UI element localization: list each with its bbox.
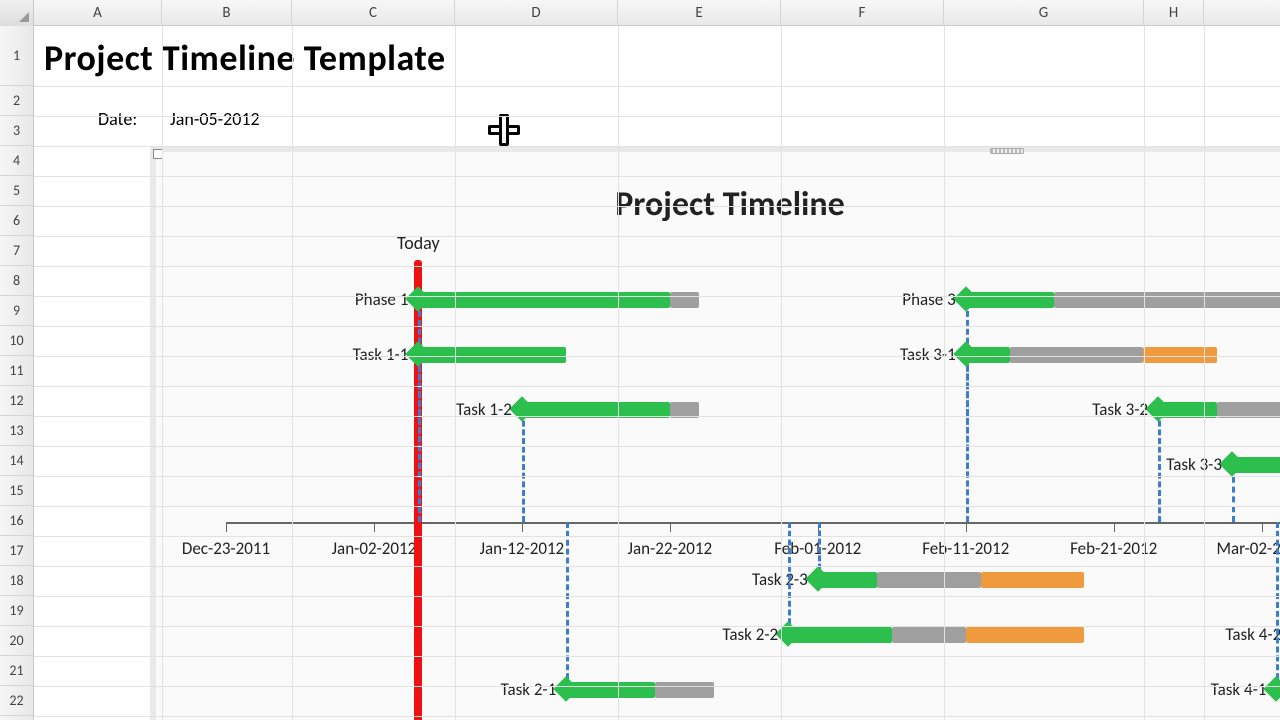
- gantt-bar[interactable]: [981, 572, 1085, 588]
- gantt-bar[interactable]: [1054, 292, 1280, 308]
- row-header-9[interactable]: 9: [0, 296, 33, 326]
- row-header-17[interactable]: 17: [0, 536, 33, 566]
- task-label: Task 1-1: [353, 344, 419, 365]
- axis-tick-label: Mar-02-2012: [1217, 538, 1280, 559]
- x-axis: [226, 522, 1280, 524]
- column-header-F[interactable]: F: [781, 0, 944, 26]
- gantt-bar[interactable]: [892, 627, 966, 643]
- column-header-A[interactable]: A: [34, 0, 162, 26]
- chart-title: Project Timeline: [156, 184, 1280, 225]
- row-header-4[interactable]: 4: [0, 146, 33, 176]
- row-header-20[interactable]: 20: [0, 626, 33, 656]
- gantt-bar[interactable]: [418, 347, 566, 363]
- row-header-11[interactable]: 11: [0, 356, 33, 386]
- gantt-bar[interactable]: [877, 572, 981, 588]
- axis-tick-label: Jan-12-2012: [480, 538, 565, 559]
- row-header-15[interactable]: 15: [0, 476, 33, 506]
- date-label: Date:: [98, 108, 137, 130]
- task-label: Task 4-2: [1225, 624, 1280, 645]
- row-header-19[interactable]: 19: [0, 596, 33, 626]
- gantt-bar[interactable]: [1232, 457, 1280, 473]
- row-header-2[interactable]: 2: [0, 86, 33, 116]
- row-header-3[interactable]: 3: [0, 116, 33, 146]
- gantt-bar[interactable]: [655, 682, 714, 698]
- gantt-bar[interactable]: [566, 682, 655, 698]
- column-header-E[interactable]: E: [618, 0, 781, 26]
- grid-area[interactable]: Project Timeline Template Date: Jan-05-2…: [34, 26, 1280, 720]
- page-title: Project Timeline Template: [44, 36, 446, 80]
- task-label: Task 2-2: [722, 624, 788, 645]
- row-header-1[interactable]: 1: [0, 26, 33, 86]
- row-header-6[interactable]: 6: [0, 206, 33, 236]
- gantt-bar[interactable]: [818, 572, 877, 588]
- task-label: Phase 3: [902, 289, 965, 310]
- column-header-C[interactable]: C: [292, 0, 455, 26]
- row-header-7[interactable]: 7: [0, 236, 33, 266]
- row-header-column: 12345678910111213141516171819202122: [0, 26, 34, 720]
- task-label: Task 4-1: [1211, 679, 1277, 700]
- row-header-13[interactable]: 13: [0, 416, 33, 446]
- gantt-bar[interactable]: [418, 292, 670, 308]
- move-handle-icon[interactable]: [990, 148, 1024, 154]
- gantt-bar[interactable]: [670, 292, 700, 308]
- column-header-row: ABCDEFGH: [0, 0, 1280, 26]
- axis-tick-label: Dec-23-2011: [182, 538, 270, 559]
- row-header-18[interactable]: 18: [0, 566, 33, 596]
- row-header-12[interactable]: 12: [0, 386, 33, 416]
- column-header-G[interactable]: G: [944, 0, 1144, 26]
- row-header-10[interactable]: 10: [0, 326, 33, 356]
- select-all-corner[interactable]: [0, 0, 34, 26]
- gantt-bar[interactable]: [966, 292, 1055, 308]
- row-header-14[interactable]: 14: [0, 446, 33, 476]
- date-value[interactable]: Jan-05-2012: [170, 108, 260, 130]
- gantt-bar[interactable]: [1143, 347, 1217, 363]
- axis-tick-label: Jan-22-2012: [628, 538, 713, 559]
- row-header-16[interactable]: 16: [0, 506, 33, 536]
- column-header-B[interactable]: B: [162, 0, 292, 26]
- axis-tick-label: Feb-11-2012: [922, 538, 1009, 559]
- task-label: Task 2-3: [752, 569, 818, 590]
- gantt-bar[interactable]: [788, 627, 892, 643]
- gantt-bar[interactable]: [1276, 682, 1280, 698]
- task-label: Phase 1: [355, 289, 418, 310]
- spreadsheet-viewport[interactable]: ABCDEFGH 1234567891011121314151617181920…: [0, 0, 1280, 720]
- row-header-8[interactable]: 8: [0, 266, 33, 296]
- column-header-D[interactable]: D: [455, 0, 618, 26]
- task-label: Task 2-1: [501, 679, 567, 700]
- task-label: Task 3-3: [1166, 454, 1232, 475]
- gantt-bar[interactable]: [966, 627, 1084, 643]
- task-label: Task 3-1: [900, 344, 966, 365]
- column-header-H[interactable]: H: [1144, 0, 1204, 26]
- axis-tick-label: Jan-02-2012: [332, 538, 417, 559]
- cell-cursor-icon: [486, 112, 522, 148]
- row-header-21[interactable]: 21: [0, 656, 33, 686]
- row-header-22[interactable]: 22: [0, 686, 33, 716]
- gantt-bar[interactable]: [1010, 347, 1143, 363]
- chart-object[interactable]: Project Timeline Dec-23-2011 Jan-02-2012 J…: [150, 146, 1280, 720]
- gantt-bar[interactable]: [966, 347, 1010, 363]
- row-header-5[interactable]: 5: [0, 176, 33, 206]
